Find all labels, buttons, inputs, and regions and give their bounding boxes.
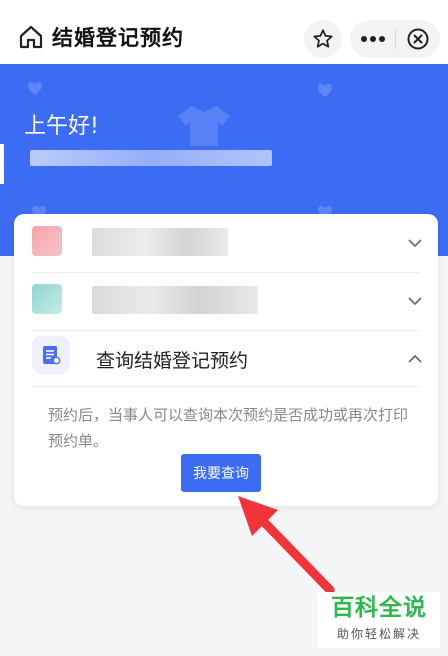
mini-program-capsule [350, 20, 440, 58]
favorite-button[interactable] [304, 20, 342, 58]
blurred-user-info [30, 150, 272, 166]
close-circle-icon [407, 28, 429, 50]
collapsed-item-1[interactable] [14, 214, 438, 272]
watermark-logo: 百科全说 助你轻松解决 [318, 592, 440, 648]
greeting-text: 上午好! [24, 114, 99, 139]
divider [32, 330, 420, 331]
page-title: 结婚登记预约 [52, 26, 184, 50]
query-section-icon-wrap [32, 336, 70, 374]
heart-decoration-icon [28, 82, 42, 95]
chevron-down-icon[interactable] [406, 292, 424, 310]
blurred-item-icon [32, 226, 62, 256]
watermark-main-text: 百科全说 [331, 595, 427, 621]
collapsed-item-2[interactable] [14, 272, 438, 330]
hero-indicator [0, 144, 4, 184]
star-icon [313, 29, 333, 48]
divider [32, 386, 420, 387]
watermark-sub-text: 助你轻松解决 [336, 627, 421, 641]
blurred-item-label [92, 286, 258, 314]
red-arrow-annotation [238, 496, 335, 595]
appointment-card: 查询结婚登记预约 预约后，当事人可以查询本次预约是否成功或再次打印预约单。 我要… [14, 214, 438, 506]
close-button[interactable] [396, 20, 440, 58]
more-button[interactable] [350, 20, 395, 58]
home-icon[interactable] [18, 24, 44, 50]
query-button[interactable]: 我要查询 [181, 454, 261, 492]
document-search-icon [43, 346, 61, 365]
chevron-up-icon[interactable] [406, 350, 424, 368]
section-title: 查询结婚登记预约 [96, 350, 249, 372]
heart-decoration-icon [318, 84, 332, 97]
blurred-item-label [92, 228, 228, 256]
query-description: 预约后，当事人可以查询本次预约是否成功或再次打印预约单。 [48, 406, 409, 450]
top-navigation-bar: 结婚登记预约 [0, 0, 448, 64]
blurred-item-icon [32, 284, 62, 314]
shirt-decoration-icon [178, 106, 230, 146]
more-dots-icon [360, 36, 385, 42]
chevron-down-icon[interactable] [406, 234, 424, 252]
